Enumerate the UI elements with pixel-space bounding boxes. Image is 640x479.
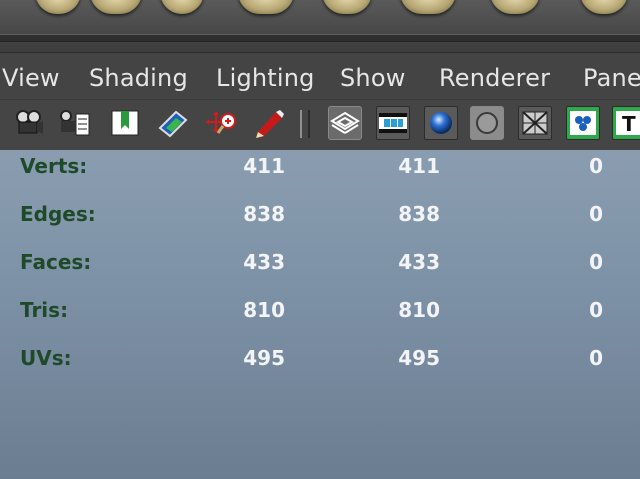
hud-value: 0 [589,154,603,178]
menu-panels[interactable]: Pane [583,64,640,92]
svg-text:T: T [622,112,636,136]
menu-shading[interactable]: Shading [89,64,188,92]
viewport[interactable]: Verts: 411 411 0 Edges: 838 838 0 Faces:… [0,150,640,479]
hud-value: 433 [398,250,440,274]
xray-icon[interactable] [470,106,504,140]
2d-pan-zoom-icon[interactable] [204,106,238,140]
hud-value: 411 [398,154,440,178]
hud-label-tris: Tris: [20,298,69,322]
menu-show[interactable]: Show [340,64,406,92]
smooth-shade-icon[interactable] [376,106,410,140]
hud-value: 433 [243,250,285,274]
hud-value: 838 [243,202,285,226]
hud-value: 838 [398,202,440,226]
shelf-tool-icon[interactable] [400,0,456,14]
shelf [0,0,640,53]
hud-label-verts: Verts: [20,154,88,178]
camera-attributes-icon[interactable] [58,106,92,140]
hud-value: 495 [398,346,440,370]
shelf-tool-icon[interactable] [490,0,540,14]
hud-value: 0 [589,346,603,370]
menu-lighting[interactable]: Lighting [216,64,315,92]
shelf-tool-icon[interactable] [580,0,628,14]
use-lights-icon[interactable] [566,106,600,140]
hud-label-edges: Edges: [20,202,96,226]
shelf-tool-icon[interactable] [160,0,204,14]
default-material-icon[interactable] [424,106,458,140]
menu-view[interactable]: View [2,64,60,92]
hud-label-uvs: UVs: [20,346,72,370]
text-icon[interactable]: T [612,106,640,140]
panel-menu-bar: View Shading Lighting Show Renderer Pane [0,56,640,98]
bookmarks-icon[interactable] [108,106,142,140]
menu-renderer[interactable]: Renderer [439,64,550,92]
hud-value: 495 [243,346,285,370]
wireframe-icon[interactable] [328,106,362,140]
shelf-tool-icon[interactable] [322,0,372,14]
hud-value: 0 [589,298,603,322]
hud-value: 810 [243,298,285,322]
shelf-tool-icon[interactable] [35,0,81,14]
hud-value: 411 [243,154,285,178]
hud-value: 0 [589,202,603,226]
textured-icon[interactable] [518,106,552,140]
grease-pencil-icon[interactable] [252,106,286,140]
hud-value: 0 [589,250,603,274]
panel-toolbar: T [0,99,640,151]
hud-label-faces: Faces: [20,250,92,274]
hud-value: 810 [398,298,440,322]
select-camera-icon[interactable] [12,106,46,140]
toolbar-separator [300,110,310,138]
shelf-tool-icon[interactable] [238,0,294,14]
shelf-tool-icon[interactable] [90,0,142,14]
image-plane-icon[interactable] [156,106,190,140]
shelf-divider [0,34,640,42]
